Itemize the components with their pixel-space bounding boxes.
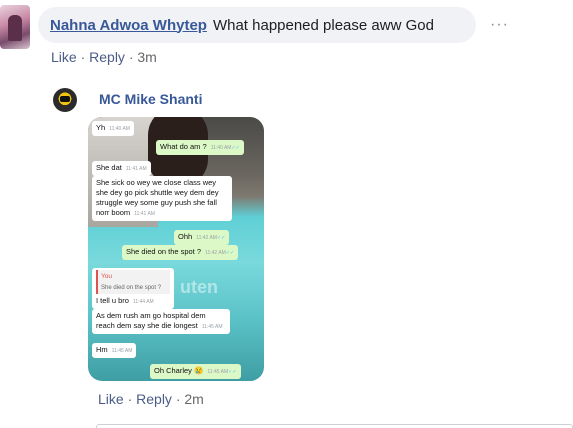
reply-input-box[interactable] xyxy=(96,424,573,428)
chat-message: Yh 11:40 AM xyxy=(92,121,134,136)
chat-message: As dem rush am go hospital dem reach dem… xyxy=(92,309,230,334)
chat-message: She sick oo wey we close class wey she d… xyxy=(92,176,232,221)
separator: · xyxy=(123,391,137,407)
chat-message: Hm 11:45 AM xyxy=(92,343,137,358)
chat-message: Oh Charley 😢 11:45 AM✓✓ xyxy=(150,364,241,379)
comment-timestamp[interactable]: 3m xyxy=(137,49,156,65)
reply-actions: Like · Reply · 2m xyxy=(98,391,204,407)
commenter-avatar[interactable] xyxy=(0,5,30,49)
chat-screenshot-image[interactable]: uten Yh 11:40 AM What do am ? 11:40 AM✓✓ S… xyxy=(88,117,264,381)
comment-actions: Like · Reply · 3m xyxy=(51,49,157,65)
comment-author-link[interactable]: Nahna Adwoa Whytep xyxy=(50,17,207,34)
avatar-mark xyxy=(60,96,70,102)
separator: · xyxy=(171,391,185,407)
comment-bubble: Nahna Adwoa Whytep What happened please … xyxy=(38,7,476,43)
chat-message: Ohh 11:42 AM✓✓ xyxy=(174,230,230,245)
chat-message: She dat 11:41 AM xyxy=(92,161,151,176)
quoted-message: You She died on the spot ? xyxy=(96,270,170,294)
like-button[interactable]: Like xyxy=(98,391,124,407)
chat-message: What do am ? 11:40 AM✓✓ xyxy=(156,140,244,155)
reply-author-avatar[interactable] xyxy=(53,88,77,112)
comment-text: What happened please aww God xyxy=(212,16,434,34)
more-options-icon[interactable]: ··· xyxy=(490,16,509,34)
separator: · xyxy=(76,49,90,65)
reply-timestamp[interactable]: 2m xyxy=(184,391,203,407)
reply-button[interactable]: Reply xyxy=(89,49,125,65)
chat-message: She died on the spot ? 11:42 AM✓✓ xyxy=(122,245,239,260)
like-button[interactable]: Like xyxy=(51,49,77,65)
chat-message: You She died on the spot ? I tell u bro 11:… xyxy=(92,268,174,309)
separator: · xyxy=(124,49,138,65)
reply-author-name[interactable]: MC Mike Shanti xyxy=(99,91,202,107)
reply-button[interactable]: Reply xyxy=(136,391,172,407)
avatar-figure xyxy=(8,15,22,41)
jersey-brand-text: uten xyxy=(180,277,218,297)
